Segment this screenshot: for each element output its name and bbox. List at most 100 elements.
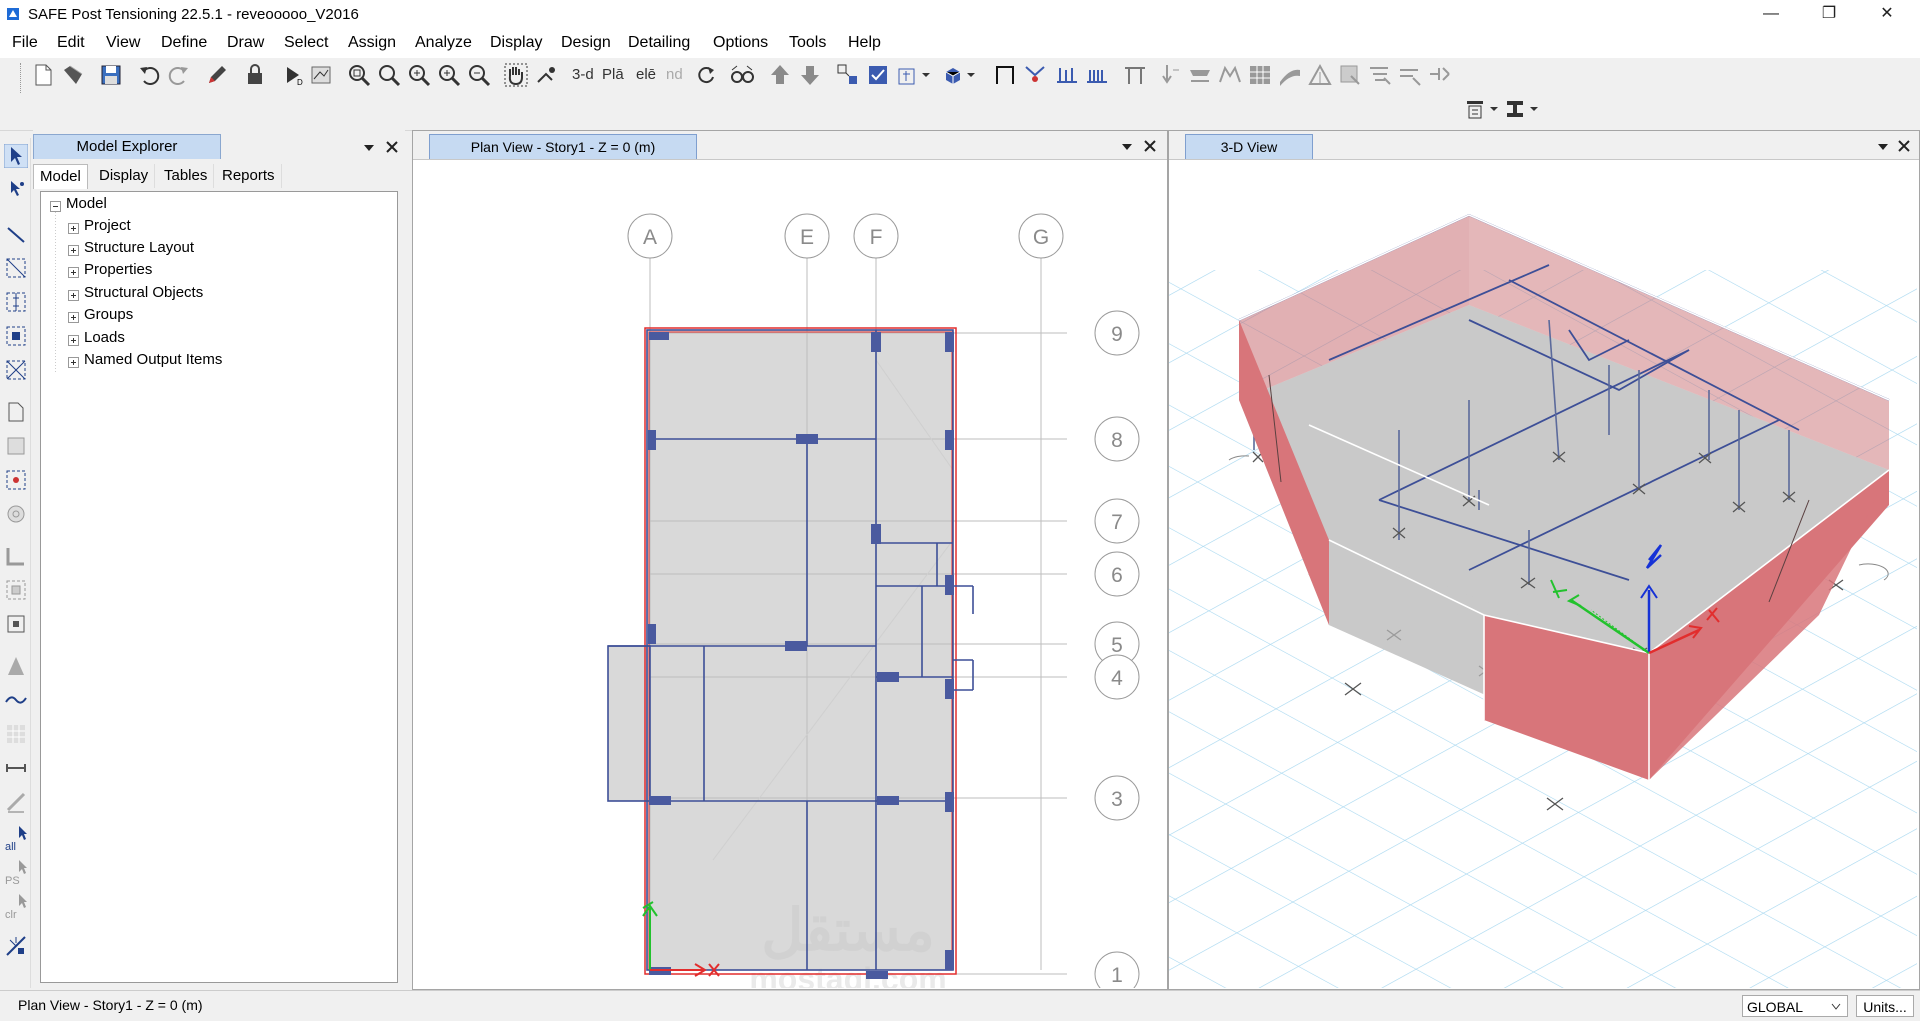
zoom-out-icon[interactable] <box>466 62 492 88</box>
chevron-down-icon[interactable] <box>1121 141 1133 153</box>
column[interactable] <box>649 332 669 340</box>
expand-icon[interactable] <box>68 357 79 368</box>
zoom-in-icon[interactable] <box>406 62 432 88</box>
line-load-icon[interactable] <box>1187 62 1213 88</box>
beam-layout-icon[interactable] <box>1122 62 1148 88</box>
slab-extension[interactable] <box>608 646 650 801</box>
select-intersect-icon[interactable] <box>4 290 28 314</box>
expand-icon[interactable] <box>68 290 79 301</box>
move-up-story-icon[interactable] <box>767 62 793 88</box>
run-analysis-icon[interactable]: D <box>280 62 306 88</box>
tree-item-structural-objects[interactable]: Structural Objects <box>84 283 203 303</box>
tree-root-model[interactable]: Model <box>66 194 107 214</box>
restore-button[interactable]: ❐ <box>1800 0 1858 30</box>
snap-options-icon[interactable] <box>4 934 28 958</box>
tree-item-named-output-items[interactable]: Named Output Items <box>84 350 222 370</box>
lock-icon[interactable] <box>242 62 268 88</box>
close-window-button[interactable]: ✕ <box>1858 0 1916 30</box>
column[interactable] <box>945 792 954 812</box>
expand-icon[interactable] <box>68 335 79 346</box>
menu-select[interactable]: Select <box>284 34 328 52</box>
draw-line-icon[interactable] <box>4 222 28 246</box>
column[interactable] <box>796 434 818 444</box>
column[interactable] <box>648 430 656 450</box>
display-results-icon[interactable] <box>308 62 334 88</box>
column[interactable] <box>945 679 954 699</box>
3d-view-canvas[interactable] <box>1169 160 1917 988</box>
rotate-view-icon[interactable] <box>693 62 719 88</box>
column[interactable] <box>648 624 656 644</box>
section-cut-icon[interactable] <box>1462 96 1488 122</box>
column[interactable] <box>945 332 954 352</box>
i-beam-icon[interactable] <box>1502 96 1528 122</box>
draw-dimension-icon[interactable] <box>4 756 28 780</box>
close-icon[interactable] <box>385 140 399 154</box>
draw-opening-icon[interactable] <box>4 578 28 602</box>
menu-help[interactable]: Help <box>848 34 881 52</box>
pointer-tool-icon[interactable] <box>533 62 559 88</box>
menu-assign[interactable]: Assign <box>348 34 396 52</box>
open-file-icon[interactable] <box>60 62 86 88</box>
draw-rectangle-icon[interactable] <box>4 434 28 458</box>
tendon-icon[interactable] <box>1084 62 1110 88</box>
draw-column-icon[interactable] <box>4 612 28 636</box>
tendon-results-icon[interactable] <box>1427 62 1453 88</box>
coordinate-system-select[interactable]: GLOBAL <box>1742 995 1848 1017</box>
beam-forces-icon[interactable] <box>1397 62 1423 88</box>
close-icon[interactable] <box>1897 139 1911 153</box>
support-icon[interactable] <box>1022 62 1048 88</box>
chevron-down-icon[interactable] <box>363 142 375 154</box>
column[interactable] <box>945 430 954 450</box>
draw-reference-line-icon[interactable] <box>4 790 28 814</box>
clear-selection-icon[interactable]: clr <box>4 892 28 922</box>
strip-forces-icon[interactable] <box>1367 62 1393 88</box>
expand-icon[interactable] <box>68 245 79 256</box>
tree-item-structure-layout[interactable]: Structure Layout <box>84 238 194 258</box>
menu-view[interactable]: View <box>106 34 140 52</box>
chevron-down-icon[interactable] <box>920 62 932 88</box>
3d-view-tab[interactable]: 3-D View <box>1185 134 1313 159</box>
select-grid-icon[interactable] <box>835 62 861 88</box>
toolbar-grip[interactable] <box>20 63 24 93</box>
plan-view-tab[interactable]: Plan View - Story1 - Z = 0 (m) <box>429 134 697 159</box>
menu-edit[interactable]: Edit <box>57 34 85 52</box>
select-all-icon[interactable]: all <box>4 824 28 854</box>
column[interactable] <box>785 641 807 651</box>
tree-item-project[interactable]: Project <box>84 216 131 236</box>
quick-draw-area-icon[interactable] <box>4 468 28 492</box>
zoom-window-icon[interactable] <box>346 62 372 88</box>
expand-icon[interactable] <box>68 223 79 234</box>
slab-strip-icon[interactable] <box>1054 62 1080 88</box>
column[interactable] <box>877 796 899 805</box>
area-load-icon[interactable] <box>1217 62 1243 88</box>
menu-file[interactable]: File <box>12 34 38 52</box>
slab-forces-icon[interactable] <box>1337 62 1363 88</box>
select-grid-box-icon[interactable] <box>4 324 28 348</box>
units-button[interactable]: Units... <box>1856 995 1914 1017</box>
zoom-restore-icon[interactable] <box>376 62 402 88</box>
menu-define[interactable]: Define <box>161 34 207 52</box>
draw-wall-icon[interactable] <box>4 544 28 568</box>
select-pointer-icon[interactable] <box>4 144 28 168</box>
tab-reports[interactable]: Reports <box>216 164 282 188</box>
minimize-button[interactable]: — <box>1742 0 1800 30</box>
pan-hand-icon[interactable] <box>503 62 529 88</box>
menu-draw[interactable]: Draw <box>227 34 264 52</box>
tab-display[interactable]: Display <box>93 164 156 188</box>
deformed-shape-icon[interactable] <box>1277 62 1303 88</box>
view-3d-button[interactable]: 3-d <box>572 66 594 83</box>
frame-icon[interactable] <box>992 62 1018 88</box>
view-nd-button[interactable]: nd <box>666 66 683 83</box>
chevron-down-icon[interactable] <box>965 62 977 88</box>
column[interactable] <box>945 950 954 970</box>
expand-icon[interactable] <box>68 312 79 323</box>
menu-detailing[interactable]: Detailing <box>628 34 690 52</box>
column[interactable] <box>945 575 954 595</box>
menu-tools[interactable]: Tools <box>789 34 826 52</box>
tree-item-groups[interactable]: Groups <box>84 305 133 325</box>
reshape-pointer-icon[interactable] <box>4 178 28 202</box>
plan-view-canvas[interactable]: مستقل mostaql.com A E F G 9 8 7 6 5 4 3 … <box>413 160 1165 988</box>
move-down-story-icon[interactable] <box>797 62 823 88</box>
view-elevation-button[interactable]: elē <box>636 66 656 83</box>
check-model-icon[interactable] <box>865 62 891 88</box>
